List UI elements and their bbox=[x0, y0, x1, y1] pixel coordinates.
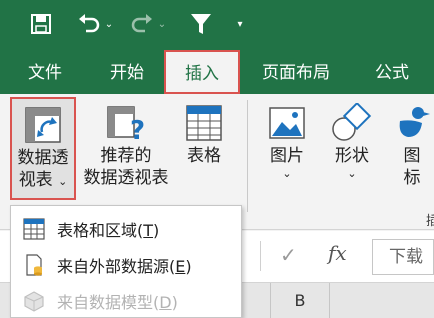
shapes-button[interactable]: 形状 ⌄ bbox=[326, 101, 378, 181]
tab-file[interactable]: 文件 bbox=[20, 52, 70, 94]
icons-button[interactable]: 图 标 bbox=[390, 101, 434, 189]
enter-check-icon[interactable]: ✓ bbox=[280, 243, 297, 267]
ribbon-group-label: 插 bbox=[426, 214, 434, 229]
menu-item-label: 来自数据模型(D) bbox=[57, 293, 178, 312]
quick-access-toolbar: ⌄ ⌄ ▾ bbox=[0, 0, 434, 52]
ribbon-group-divider bbox=[247, 100, 248, 212]
redo-dropdown-icon[interactable]: ⌄ bbox=[156, 10, 168, 38]
formula-input[interactable]: 下载 bbox=[372, 239, 434, 275]
pictures-label: 图片 bbox=[270, 146, 304, 166]
table-button[interactable]: 表格 bbox=[176, 101, 232, 167]
shapes-icon bbox=[330, 101, 374, 145]
menu-item-from-external-source[interactable]: 来自外部数据源(E) bbox=[11, 247, 241, 283]
menu-item-from-table-range[interactable]: 表格和区域(T) bbox=[11, 211, 241, 247]
recommended-pivot-icon: ? bbox=[104, 101, 148, 145]
external-data-icon bbox=[11, 254, 57, 276]
filter-icon[interactable] bbox=[186, 10, 216, 38]
tab-page-layout[interactable]: 页面布局 bbox=[250, 52, 342, 94]
menu-item-label: 来自外部数据源(E) bbox=[57, 257, 192, 276]
menu-item-from-data-model: 来自数据模型(D) bbox=[11, 283, 241, 318]
recommended-pivot-button[interactable]: ? 推荐的 数据透视表 bbox=[78, 101, 174, 189]
shapes-label: 形状 bbox=[335, 146, 369, 166]
tab-home[interactable]: 开始 bbox=[100, 52, 154, 94]
table-icon bbox=[11, 218, 57, 240]
chevron-down-icon: ⌄ bbox=[58, 175, 68, 188]
undo-icon[interactable] bbox=[74, 10, 104, 38]
pivot-table-label-line2: 视表 ⌄ bbox=[18, 170, 68, 190]
pivot-table-label-line1: 数据透 bbox=[17, 148, 69, 168]
chevron-down-icon: ⌄ bbox=[347, 167, 357, 180]
ribbon-tabs: 文件 开始 插入 页面布局 公式 bbox=[0, 50, 434, 94]
redo-icon[interactable] bbox=[128, 10, 156, 38]
column-header-b[interactable]: B bbox=[270, 283, 330, 318]
recommended-pivot-label-line2: 数据透视表 bbox=[83, 168, 169, 188]
formula-bar-divider bbox=[260, 241, 261, 271]
bird-icon bbox=[390, 101, 434, 145]
pivot-table-icon bbox=[21, 103, 65, 147]
icons-label-line1: 图 bbox=[403, 146, 421, 166]
customize-qat-icon[interactable]: ▾ bbox=[232, 10, 248, 38]
pictures-button[interactable]: 图片 ⌄ bbox=[264, 101, 310, 181]
data-model-icon bbox=[11, 290, 57, 312]
tab-formulas[interactable]: 公式 bbox=[362, 52, 422, 94]
chevron-down-icon: ⌄ bbox=[282, 167, 292, 180]
svg-text:?: ? bbox=[130, 116, 145, 143]
tab-insert[interactable]: 插入 bbox=[164, 50, 240, 94]
insert-function-icon[interactable]: fx bbox=[328, 241, 347, 265]
table-icon bbox=[182, 101, 226, 145]
undo-dropdown-icon[interactable]: ⌄ bbox=[103, 10, 115, 38]
table-label: 表格 bbox=[187, 146, 221, 166]
picture-icon bbox=[265, 101, 309, 145]
menu-item-label: 表格和区域(T) bbox=[57, 221, 160, 240]
pivot-table-button[interactable]: 数据透 视表 ⌄ bbox=[10, 97, 76, 200]
recommended-pivot-label-line1: 推荐的 bbox=[100, 146, 152, 166]
save-icon[interactable] bbox=[26, 10, 56, 38]
pivot-table-dropdown-menu: 表格和区域(T) 来自外部数据源(E) 来自数据模型(D) bbox=[10, 205, 242, 318]
icons-label-line2: 标 bbox=[403, 168, 421, 188]
